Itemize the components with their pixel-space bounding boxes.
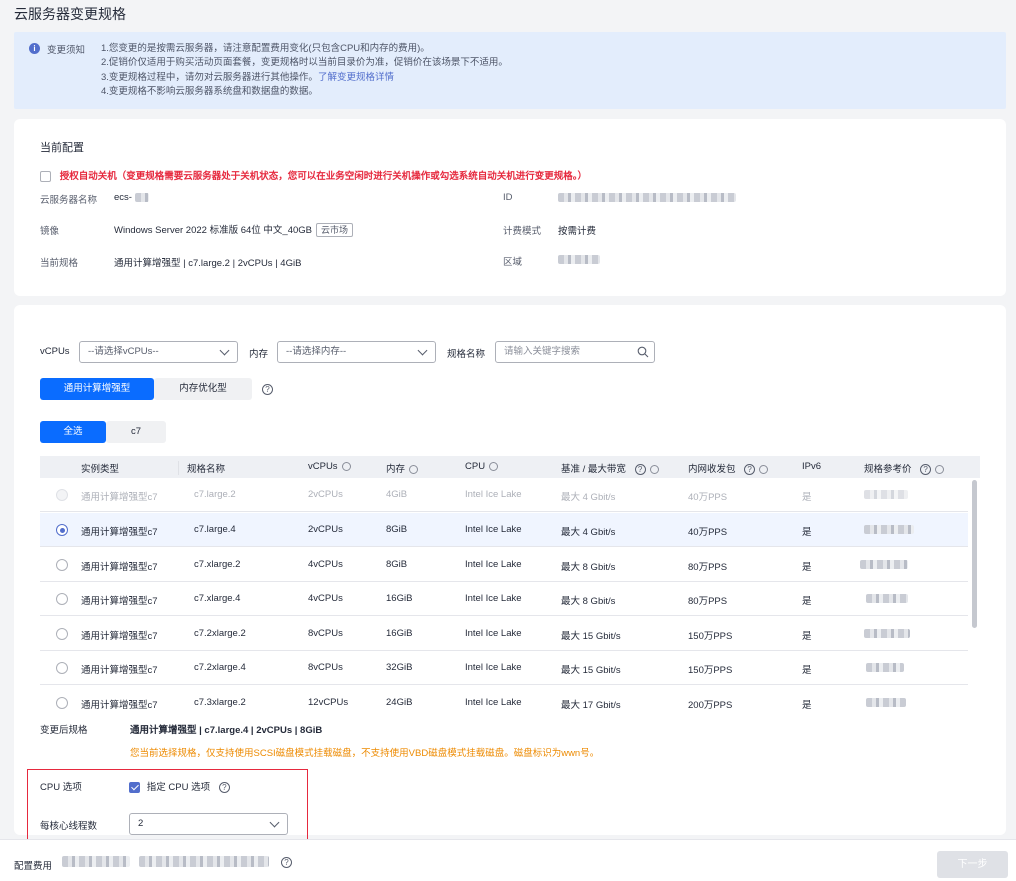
column-header-memory: 内存 xyxy=(386,461,419,475)
marketplace-tag: 云市场 xyxy=(316,223,354,237)
column-header-bandwidth: 基准 / 最大带宽 ? xyxy=(561,461,659,475)
notice-label: 变更须知 xyxy=(47,45,86,56)
help-icon[interactable]: ? xyxy=(262,384,273,395)
disk-mode-warning: 您当前选择规格，仅支持使用SCSI磁盘模式挂载磁盘，不支持使用VBD磁盘模式挂载… xyxy=(130,748,600,759)
sort-icon[interactable] xyxy=(489,461,499,471)
help-icon[interactable]: ? xyxy=(634,464,646,475)
column-header-cpu: CPU xyxy=(465,461,499,472)
family-tab-all[interactable]: 全选 xyxy=(40,421,106,443)
column-header: CPU xyxy=(465,461,486,472)
sort-icon[interactable] xyxy=(935,464,945,474)
redacted-fee xyxy=(62,856,130,867)
sort-icon[interactable] xyxy=(759,464,769,474)
image-label: 镜像 xyxy=(40,226,60,237)
column-header: vCPUs xyxy=(308,461,338,472)
column-header-pps: 内网收发包 ? xyxy=(688,461,769,475)
vcpu-select[interactable]: --请选择vCPUs-- xyxy=(79,341,238,363)
column-header-price: 规格参考价 ? xyxy=(864,461,945,475)
auto-shutdown-label: 授权自动关机（变更规格需要云服务器处于关机状态，您可以在业务空闲时进行关机操作或… xyxy=(59,171,588,182)
spec-value: 通用计算增强型 | c7.large.2 | 2vCPUs | 4GiB xyxy=(114,258,302,269)
spec-name-filter-label: 规格名称 xyxy=(447,349,486,360)
column-header: 实例类型 xyxy=(81,464,120,475)
tab-general-enhanced[interactable]: 通用计算增强型 xyxy=(40,378,154,400)
current-config-card xyxy=(14,119,1006,296)
server-name-value: ecs- xyxy=(114,192,132,203)
column-header: IPv6 xyxy=(802,461,822,472)
column-header: 基准 / 最大带宽 xyxy=(561,464,626,475)
sort-icon[interactable] xyxy=(649,464,659,474)
region-label: 区域 xyxy=(503,257,523,268)
table-scrollbar[interactable] xyxy=(972,480,977,628)
page-title: 云服务器变更规格 xyxy=(14,6,126,22)
current-config-heading: 当前配置 xyxy=(40,142,84,154)
vcpu-filter-label: vCPUs xyxy=(40,346,70,357)
redacted-value xyxy=(134,192,149,202)
search-input[interactable]: 请输入关键字搜索 xyxy=(495,341,655,363)
vcpu-select-text: --请选择vCPUs-- xyxy=(88,346,159,357)
chevron-down-icon xyxy=(417,345,428,356)
redacted-id xyxy=(558,192,736,202)
help-icon[interactable]: ? xyxy=(920,464,932,475)
notice-line: 1.您变更的是按需云服务器，请注意配置费用变化(只包含CPU和内存的费用)。 xyxy=(101,43,430,54)
spec-label: 当前规格 xyxy=(40,258,79,269)
memory-select[interactable]: --请选择内存-- xyxy=(277,341,436,363)
info-icon: i xyxy=(29,43,40,54)
column-header-vcpus: vCPUs xyxy=(308,461,351,472)
search-icon[interactable] xyxy=(637,346,649,358)
column-header: 规格名称 xyxy=(178,461,225,475)
help-icon[interactable]: ? xyxy=(281,857,292,868)
redacted-region xyxy=(558,254,600,264)
notice-line: 2.促销价仅适用于购买活动页面套餐，变更规格时以当前目录价为准，促销价在该场景下… xyxy=(101,57,508,69)
fee-label: 配置费用 xyxy=(14,861,53,872)
notice-line: 4.变更规格不影响云服务器系统盘和数据盘的数据。 xyxy=(101,85,318,97)
after-spec-label: 变更后规格 xyxy=(40,725,88,736)
server-name-label: 云服务器名称 xyxy=(40,195,98,206)
sort-icon[interactable] xyxy=(341,461,351,471)
column-header: 内网收发包 xyxy=(688,464,736,475)
image-value: Windows Server 2022 标准版 64位 中文_40GB xyxy=(114,225,312,236)
notice-panel: i 变更须知 1.您变更的是按需云服务器，请注意配置费用变化(只包含CPU和内存… xyxy=(14,32,1006,109)
auto-shutdown-checkbox[interactable] xyxy=(40,170,51,182)
memory-filter-label: 内存 xyxy=(249,349,269,360)
column-header: 规格参考价 xyxy=(864,464,912,475)
billing-label: 计费模式 xyxy=(503,226,542,237)
redacted-fee xyxy=(138,856,269,867)
next-button[interactable]: 下一步 xyxy=(937,851,1008,878)
family-tab-c7[interactable]: c7 xyxy=(106,421,166,443)
resize-detail-link[interactable]: 了解变更规格详情 xyxy=(318,72,394,83)
notice-line: 3.变更规格过程中，请勿对云服务器进行其他操作。 xyxy=(101,71,318,83)
table-header: 实例类型 规格名称 vCPUs 内存 CPU 基准 / 最大带宽 ? 内网收发包… xyxy=(40,456,980,478)
highlight-box xyxy=(27,769,308,844)
column-header: 内存 xyxy=(386,464,406,475)
chevron-down-icon xyxy=(219,345,230,356)
after-spec-value: 通用计算增强型 | c7.large.4 | 2vCPUs | 8GiB xyxy=(130,725,323,736)
help-icon[interactable]: ? xyxy=(744,464,756,475)
search-placeholder: 请输入关键字搜索 xyxy=(504,346,581,357)
sort-icon[interactable] xyxy=(409,464,419,474)
memory-select-text: --请选择内存-- xyxy=(286,346,347,357)
id-label: ID xyxy=(503,192,513,203)
billing-value: 按需计费 xyxy=(558,226,597,237)
tab-memory-optimized[interactable]: 内存优化型 xyxy=(154,378,252,400)
